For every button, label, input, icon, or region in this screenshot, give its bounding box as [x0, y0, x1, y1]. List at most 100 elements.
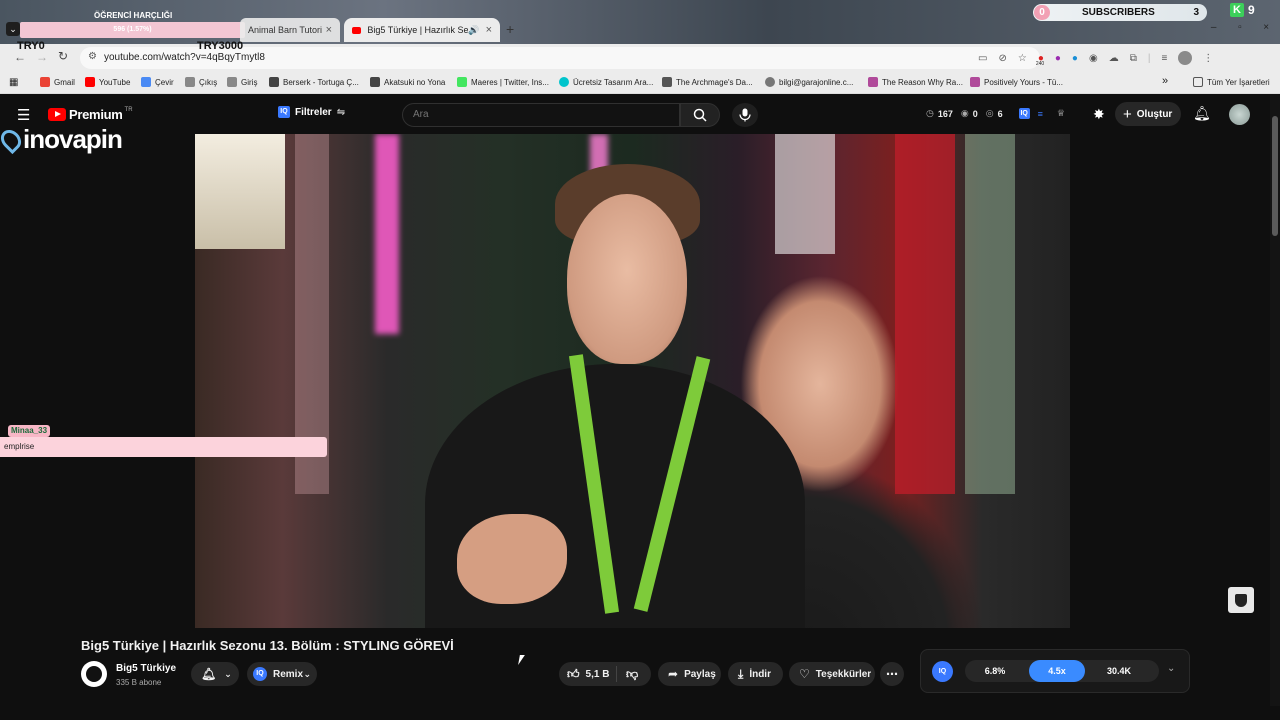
search-button[interactable] [680, 103, 720, 127]
reload-icon[interactable]: ↻ [58, 49, 68, 63]
account-avatar[interactable] [1229, 104, 1250, 125]
profile-avatar[interactable] [1178, 51, 1193, 65]
voice-search-button[interactable] [732, 103, 758, 127]
new-tab-button[interactable]: + [506, 21, 514, 37]
iq-metric-2[interactable]: 4.5x [1029, 660, 1085, 682]
bookmark-cevir[interactable]: Çevir [141, 77, 174, 87]
like-button[interactable]: 👍︎ 5,1 B [559, 666, 617, 682]
channel-avatar[interactable] [81, 661, 107, 687]
translate-icon [141, 77, 151, 87]
video-title: Big5 Türkiye | Hazırlık Sezonu 13. Bölüm… [81, 638, 454, 653]
sliders-icon: ⇋ [336, 106, 346, 118]
tab-search-button[interactable]: ⌄ [6, 22, 20, 36]
chevron-down-icon[interactable]: ⌄ [1167, 663, 1175, 674]
bookmark-archmage[interactable]: The Archmage's Da... [662, 77, 753, 87]
extension-purple-icon[interactable]: ● [1055, 53, 1061, 64]
back-icon[interactable]: ← [14, 50, 26, 64]
scrollbar-thumb[interactable] [1272, 116, 1278, 236]
bookmark-akatsuki[interactable]: Akatsuki no Yona [370, 77, 445, 87]
bookmark-cikis[interactable]: Çıkış [185, 77, 217, 87]
create-button[interactable]: + Oluştur [1115, 102, 1181, 126]
thanks-button[interactable]: ♡ Teşekkürler [789, 662, 875, 686]
clothes-rack [775, 134, 835, 254]
bookmark-giris[interactable]: Giriş [227, 77, 257, 87]
bookmark-label: Çevir [155, 77, 174, 87]
download-button[interactable]: ⤓ İndir [728, 662, 783, 686]
minimize-icon[interactable]: – [1211, 22, 1217, 36]
bookmark-reason[interactable]: The Reason Why Ra... [868, 77, 963, 87]
url-text: youtube.com/watch?v=4qBqyTmytl8 [104, 52, 265, 63]
site-info-icon[interactable]: ⚙ [88, 51, 97, 62]
share-button[interactable]: ➦ Paylaş [658, 662, 721, 686]
like-count: 5,1 B [585, 668, 610, 680]
extension-blue-icon[interactable]: ● [1072, 53, 1078, 64]
bookmark-positively[interactable]: Positively Yours - Tü... [970, 77, 1063, 87]
bookmark-label: Çıkış [199, 77, 218, 87]
apps-grid-icon[interactable]: ▦ [9, 77, 18, 88]
bookmark-maeres[interactable]: Maeres | Twitter, Ins... [457, 77, 549, 87]
video-info-panel: Big5 Türkiye | Hazırlık Sezonu 13. Bölüm… [0, 628, 1280, 720]
menu-kebab-icon[interactable]: ⋮ [1203, 53, 1213, 64]
hamburger-menu-icon[interactable]: ☰ [17, 106, 30, 124]
bookmarks-more-icon[interactable]: » [1162, 75, 1168, 87]
dislike-button[interactable]: 👎︎ [617, 667, 638, 682]
tab-label: Big5 Türkiye | Hazırlık Sezon [367, 25, 469, 35]
iq-metric-1: 6.8% [984, 666, 1006, 676]
clothes-rack [965, 134, 1015, 494]
chat-message: emplrise [0, 437, 327, 457]
video-player[interactable] [195, 134, 1070, 628]
notifications-bell-icon[interactable]: 🔔︎ [1193, 105, 1211, 122]
cast-icon[interactable]: ▭ [978, 53, 987, 64]
bookmark-label: Positively Yours - Tü... [984, 77, 1063, 87]
person-face [567, 194, 687, 364]
extension-red-icon[interactable]: ● 240 [1036, 53, 1044, 67]
bookmark-berserk[interactable]: Berserk - Tortuga Ç... [269, 77, 359, 87]
iq-metrics-panel: IQ 6.8% 4.5x 30.4K ⌄ [920, 649, 1190, 693]
search-icon [693, 108, 707, 122]
channel-logo-icon [86, 666, 102, 682]
trophy-icon[interactable]: ♕ [1057, 108, 1065, 119]
extension-bulb-icon[interactable]: ◉ [1089, 53, 1098, 64]
extensions-puzzle-icon[interactable]: ⧉ [1130, 53, 1137, 64]
filters-button[interactable]: IQ Filtreler ⇋ [278, 106, 345, 118]
all-bookmarks[interactable]: Tüm Yer İşaretleri [1193, 77, 1270, 87]
sparkle-icon[interactable]: ✸ [1093, 106, 1105, 123]
bookmark-ucretsiz[interactable]: Ücretsiz Tasarım Ara... [559, 77, 653, 87]
page-scrollbar[interactable] [1270, 94, 1280, 706]
star-icon[interactable]: ☆ [1018, 53, 1027, 64]
logo-region: TR [124, 107, 133, 113]
iq-menu-icon[interactable]: IQ [1018, 108, 1030, 119]
browser-toolbar-icons: ▭ ⊘ ☆ ● 240 ● ● ◉ ☁ ⧉ | ≡ ⋮ [978, 50, 1278, 67]
tab-big5[interactable]: Big5 Türkiye | Hazırlık Sezon 🔊 × [344, 18, 500, 42]
subscribe-bell-button[interactable]: 🔔︎ ⌄ [191, 662, 239, 686]
stat-time: 167 [937, 108, 953, 119]
youtube-logo[interactable]: Premium TR [48, 107, 133, 122]
iq-icon: IQ [278, 106, 290, 118]
filters-label: Filtreler [295, 106, 332, 118]
window-controls: – ▫ × [1200, 22, 1280, 36]
eye-off-icon[interactable]: ⊘ [998, 53, 1006, 64]
maximize-icon[interactable]: ▫ [1238, 22, 1242, 36]
bookmark-youtube[interactable]: YouTube [85, 77, 130, 87]
search-box[interactable] [402, 103, 680, 127]
bookmark-bilgi[interactable]: bilgi@garajonline.c... [765, 77, 853, 87]
close-window-icon[interactable]: × [1263, 22, 1269, 36]
shield-button[interactable] [1228, 587, 1254, 613]
search-input[interactable] [403, 104, 679, 125]
extension-cloud-icon[interactable]: ☁ [1109, 53, 1119, 64]
tab-animal-barn[interactable]: Animal Barn Tutorial × [240, 18, 340, 42]
channel-name[interactable]: Big5 Türkiye [116, 663, 176, 674]
forward-icon[interactable]: → [36, 50, 48, 64]
youtube-header: ☰ Premium TR IQ Filtreler ⇋ ◷167 ◉0 ◎6 I… [0, 94, 1280, 134]
close-icon[interactable]: × [326, 24, 332, 36]
list-icon[interactable]: ≡ [1038, 109, 1043, 119]
bookmark-gmail[interactable]: Gmail [40, 77, 75, 87]
close-icon[interactable]: × [486, 24, 492, 36]
remix-button[interactable]: IQ Remix ⌄ [247, 662, 317, 686]
progress-overlay: 596 (1.57%) [20, 22, 245, 38]
speaker-icon[interactable]: 🔊 [468, 25, 479, 36]
playlist-icon[interactable]: ≡ [1161, 53, 1167, 64]
iq-badge[interactable]: IQ [932, 661, 953, 682]
more-actions-button[interactable]: ⋯ [880, 662, 904, 686]
k-badge: K 9 [1230, 2, 1255, 18]
